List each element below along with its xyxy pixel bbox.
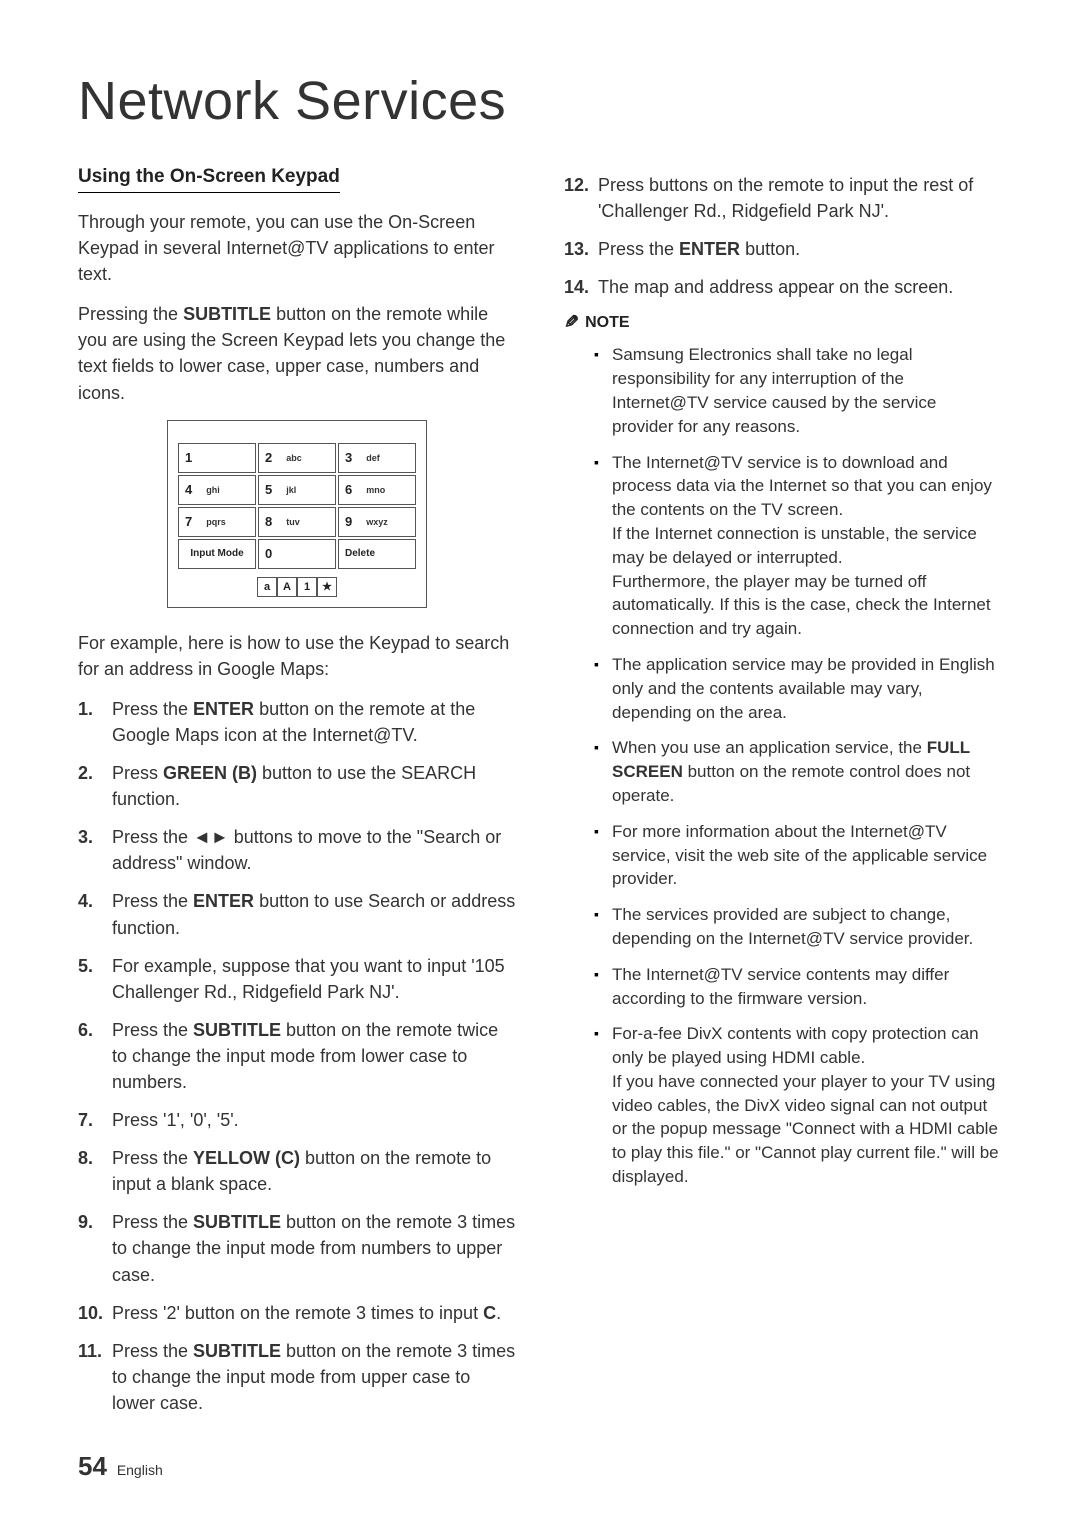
right-column: Press buttons on the remote to input the… bbox=[564, 166, 1002, 1428]
step-11: Press the SUBTITLE button on the remote … bbox=[78, 1338, 516, 1416]
key-2: 2abc bbox=[258, 443, 336, 473]
page-number: 54 bbox=[78, 1451, 107, 1481]
key-input-mode: Input Mode bbox=[178, 539, 256, 569]
mode-row: a A 1 ★ bbox=[178, 577, 416, 597]
footer: 54 English bbox=[78, 1451, 163, 1482]
keypad-figure: 1 2abc 3def 4ghi 5jkl 6mno 7pqrs 8tuv 9w… bbox=[167, 420, 427, 608]
key-1: 1 bbox=[178, 443, 256, 473]
note-1: Samsung Electronics shall take no legal … bbox=[594, 343, 1002, 438]
step-14: The map and address appear on the screen… bbox=[564, 274, 1002, 300]
section-heading: Using the On-Screen Keypad bbox=[78, 166, 340, 193]
key-4: 4ghi bbox=[178, 475, 256, 505]
note-icon: ✎ bbox=[564, 312, 579, 333]
step-5: For example, suppose that you want to in… bbox=[78, 953, 516, 1005]
left-column: Using the On-Screen Keypad Through your … bbox=[78, 166, 516, 1428]
mode-a: a bbox=[257, 577, 277, 597]
note-8: For-a-fee DivX contents with copy protec… bbox=[594, 1022, 1002, 1189]
key-7: 7pqrs bbox=[178, 507, 256, 537]
note-7: The Internet@TV service contents may dif… bbox=[594, 963, 1002, 1011]
page-title: Network Services bbox=[78, 70, 1002, 132]
note-label: NOTE bbox=[585, 314, 629, 332]
mode-1: 1 bbox=[297, 577, 317, 597]
step-7: Press '1', '0', '5'. bbox=[78, 1107, 516, 1133]
keypad-row4: Input Mode 0 Delete bbox=[178, 539, 416, 569]
key-9: 9wxyz bbox=[338, 507, 416, 537]
subtitle-bold: SUBTITLE bbox=[183, 304, 271, 324]
step-3: Press the ◄► buttons to move to the "Sea… bbox=[78, 824, 516, 876]
key-3: 3def bbox=[338, 443, 416, 473]
note-6: The services provided are subject to cha… bbox=[594, 903, 1002, 951]
key-6: 6mno bbox=[338, 475, 416, 505]
step-10: Press '2' button on the remote 3 times t… bbox=[78, 1300, 516, 1326]
steps-right: Press buttons on the remote to input the… bbox=[564, 172, 1002, 300]
note-3: The application service may be provided … bbox=[594, 653, 1002, 724]
text: Pressing the bbox=[78, 304, 183, 324]
step-12: Press buttons on the remote to input the… bbox=[564, 172, 1002, 224]
step-1: Press the ENTER button on the remote at … bbox=[78, 696, 516, 748]
intro-para-2: Pressing the SUBTITLE button on the remo… bbox=[78, 301, 516, 405]
step-13: Press the ENTER button. bbox=[564, 236, 1002, 262]
step-8: Press the YELLOW (C) button on the remot… bbox=[78, 1145, 516, 1197]
note-2: The Internet@TV service is to download a… bbox=[594, 451, 1002, 641]
mode-star: ★ bbox=[317, 577, 337, 597]
note-5: For more information about the Internet@… bbox=[594, 820, 1002, 891]
note-list: Samsung Electronics shall take no legal … bbox=[564, 343, 1002, 1189]
steps-left: Press the ENTER button on the remote at … bbox=[78, 696, 516, 1416]
footer-lang: English bbox=[117, 1462, 163, 1478]
key-8: 8tuv bbox=[258, 507, 336, 537]
step-6: Press the SUBTITLE button on the remote … bbox=[78, 1017, 516, 1095]
step-2: Press GREEN (B) button to use the SEARCH… bbox=[78, 760, 516, 812]
columns: Using the On-Screen Keypad Through your … bbox=[78, 166, 1002, 1428]
key-delete: Delete bbox=[338, 539, 416, 569]
key-5: 5jkl bbox=[258, 475, 336, 505]
intro-para-1: Through your remote, you can use the On-… bbox=[78, 209, 516, 287]
key-0: 0 bbox=[258, 539, 336, 569]
step-9: Press the SUBTITLE button on the remote … bbox=[78, 1209, 516, 1287]
note-4: When you use an application service, the… bbox=[594, 736, 1002, 807]
step-4: Press the ENTER button to use Search or … bbox=[78, 888, 516, 940]
example-intro: For example, here is how to use the Keyp… bbox=[78, 630, 516, 682]
keypad-grid: 1 2abc 3def 4ghi 5jkl 6mno 7pqrs 8tuv 9w… bbox=[178, 443, 416, 537]
mode-A: A bbox=[277, 577, 297, 597]
note-heading: ✎ NOTE bbox=[564, 312, 1002, 333]
